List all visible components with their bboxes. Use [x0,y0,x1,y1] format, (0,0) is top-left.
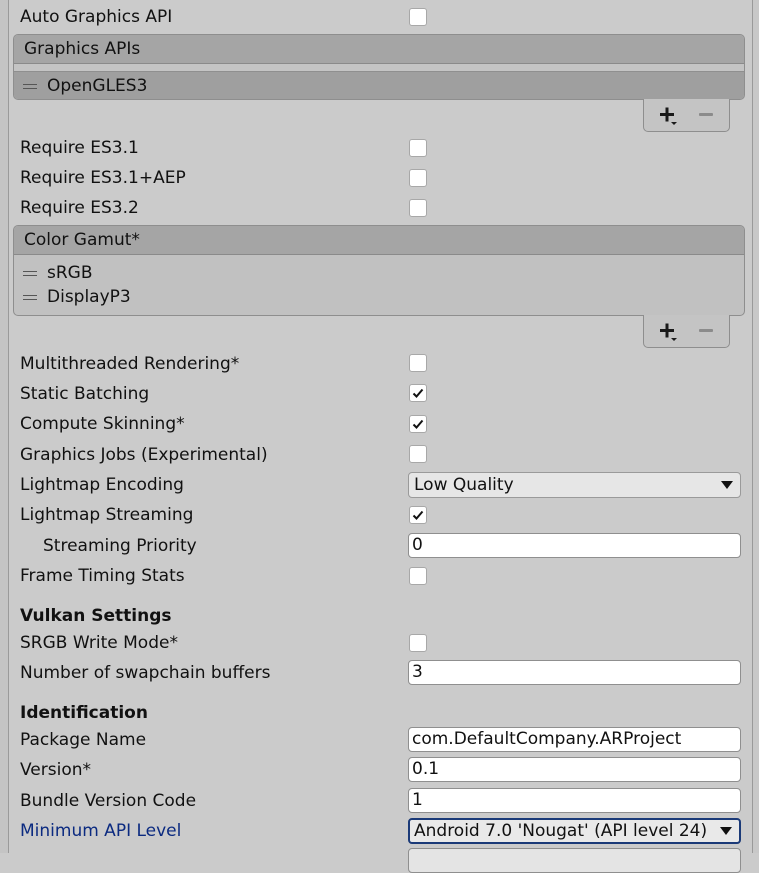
srgb-write-mode-checkbox[interactable] [409,634,427,652]
multithreaded-rendering-label: Multithreaded Rendering* [20,354,240,374]
frame-timing-stats-label: Frame Timing Stats [20,566,185,586]
minus-icon[interactable] [699,113,713,116]
plus-dropdown-icon[interactable] [658,104,680,126]
swapchain-buffers-label: Number of swapchain buffers [20,663,271,683]
require-es31-aep-checkbox[interactable] [409,169,427,187]
color-gamut-footer [643,315,730,348]
version-label: Version* [20,760,92,780]
graphics-api-item-label: OpenGLES3 [47,76,148,96]
color-gamut-item-label: sRGB [47,263,93,283]
lightmap-streaming-checkbox[interactable] [409,506,427,524]
bundle-version-code-label: Bundle Version Code [20,791,197,811]
minimum-api-level-label: Minimum API Level [20,821,182,841]
require-es31-label: Require ES3.1 [20,138,139,158]
require-es31-checkbox[interactable] [409,139,427,157]
static-batching-checkbox[interactable] [409,384,427,402]
version-input[interactable]: 0.1 [408,757,741,782]
auto-graphics-api-label: Auto Graphics API [20,7,173,27]
require-es31-aep-label: Require ES3.1+AEP [20,168,186,188]
srgb-write-mode-label: SRGB Write Mode* [20,633,178,653]
frame-timing-stats-checkbox[interactable] [409,567,427,585]
plus-dropdown-icon[interactable] [658,320,680,342]
minus-icon[interactable] [699,329,713,332]
dropdown-arrow-icon [721,481,733,489]
lightmap-encoding-dropdown[interactable]: Low Quality [408,472,741,498]
graphics-jobs-label: Graphics Jobs (Experimental) [20,445,268,465]
auto-graphics-api-checkbox[interactable] [409,8,427,26]
drag-handle-icon[interactable] [23,295,37,300]
graphics-apis-footer [643,99,730,132]
scrollbar-track[interactable] [752,0,759,853]
left-panel-border [0,0,9,853]
lightmap-streaming-label: Lightmap Streaming [20,505,194,525]
require-es32-checkbox[interactable] [409,199,427,217]
color-gamut-list: Color Gamut* sRGB DisplayP3 [13,225,745,316]
require-es32-label: Require ES3.2 [20,198,139,218]
compute-skinning-label: Compute Skinning* [20,414,185,434]
drag-handle-icon[interactable] [23,271,37,276]
drag-handle-icon[interactable] [23,84,37,89]
multithreaded-rendering-checkbox[interactable] [409,354,427,372]
lightmap-encoding-label: Lightmap Encoding [20,475,184,495]
package-name-label: Package Name [20,730,147,750]
lightmap-encoding-value: Low Quality [414,475,514,495]
identification-heading: Identification [20,703,148,723]
checkmark-icon [412,510,424,520]
streaming-priority-label: Streaming Priority [43,536,197,556]
compute-skinning-checkbox[interactable] [409,415,427,433]
dropdown-arrow-icon [720,827,732,835]
checkmark-icon [412,388,424,398]
streaming-priority-input[interactable]: 0 [408,533,741,558]
color-gamut-item-label: DisplayP3 [47,287,131,307]
graphics-api-item[interactable]: OpenGLES3 [14,72,744,99]
color-gamut-item[interactable]: sRGB [14,261,744,285]
graphics-apis-header: Graphics APIs [14,35,744,64]
minimum-api-level-dropdown[interactable]: Android 7.0 'Nougat' (API level 24) [408,818,741,844]
checkmark-icon [412,419,424,429]
vulkan-settings-heading: Vulkan Settings [20,606,172,626]
graphics-apis-list: Graphics APIs OpenGLES3 [13,34,745,100]
swapchain-buffers-input[interactable]: 3 [408,660,741,685]
static-batching-label: Static Batching [20,384,150,404]
minimum-api-level-value: Android 7.0 'Nougat' (API level 24) [414,821,708,841]
color-gamut-item[interactable]: DisplayP3 [14,285,744,309]
bundle-version-code-input[interactable]: 1 [408,788,741,813]
color-gamut-header: Color Gamut* [14,226,744,255]
package-name-input[interactable]: com.DefaultCompany.ARProject [408,727,741,752]
graphics-jobs-checkbox[interactable] [409,445,427,463]
next-field-partial[interactable] [408,848,741,873]
player-settings-panel: Auto Graphics API Graphics APIs OpenGLES… [9,0,752,873]
